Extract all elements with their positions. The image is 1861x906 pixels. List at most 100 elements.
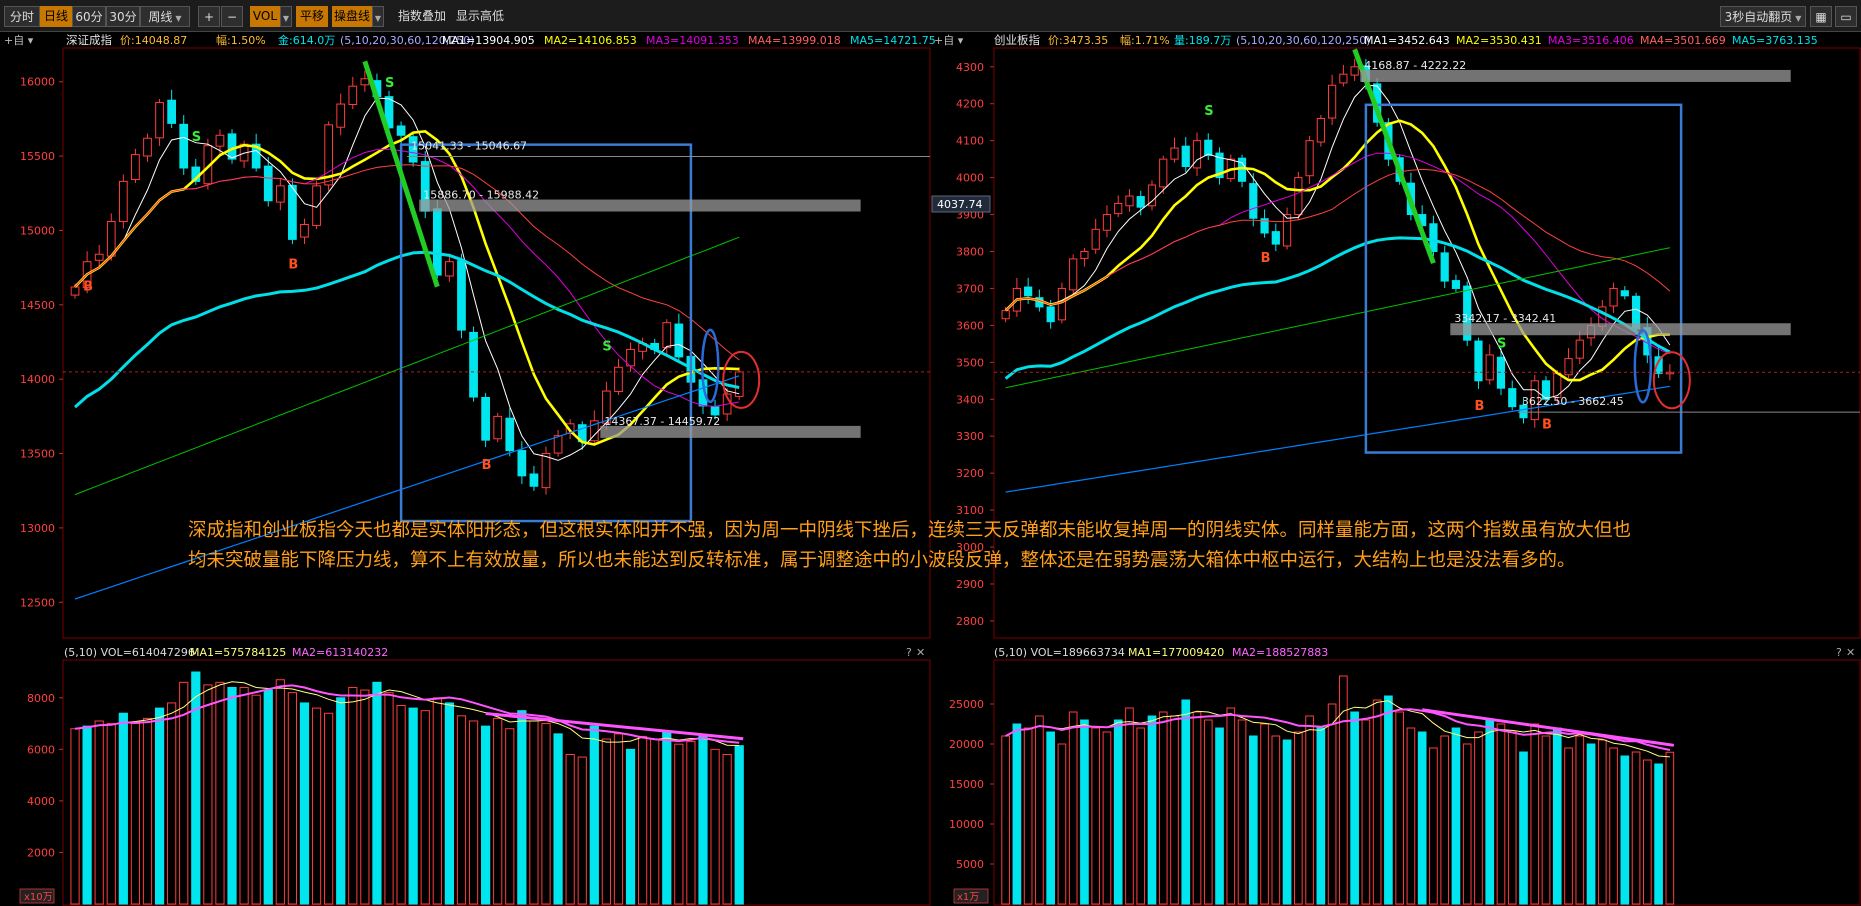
candle-down (1024, 286, 1033, 297)
minimize-icon[interactable]: ▭ (1835, 6, 1857, 27)
volume-bar-down (444, 702, 455, 905)
candle-up (70, 286, 80, 296)
price-level-label: 15886.70 - 15988.42 (423, 189, 539, 202)
volume-bar-up (456, 715, 467, 905)
period-tab-daily[interactable]: 日线 (40, 6, 72, 27)
volume-bar-up (384, 692, 394, 905)
volume-bar-down (336, 697, 346, 905)
y-tick-label: 4200 (956, 98, 984, 111)
chevron-down-icon: ▼ (282, 14, 290, 23)
left-header: +自 ▾ 深证成指 价:14048.87 幅:1.50% 金:614.0万 (5… (4, 33, 936, 47)
candle-down (457, 260, 466, 331)
volume-bar-up (686, 741, 696, 905)
volume-bar-up (287, 692, 298, 905)
flat-line-button[interactable]: 平移 (296, 6, 328, 27)
period-select-weekly[interactable]: 周线 ▼ (140, 6, 190, 27)
volume-unit: x1万 (957, 892, 979, 903)
volume-bar-down (1417, 731, 1427, 905)
vol-tick-label: 8000 (27, 692, 55, 705)
zoom-in-button[interactable]: + (198, 6, 220, 27)
period-tab-60min[interactable]: 60分 (72, 6, 106, 27)
price-level-label: 4168.87 - 4222.22 (1364, 59, 1466, 72)
candle-down (674, 323, 684, 358)
volume-bar-down (1316, 727, 1326, 905)
volume-bar-up (106, 723, 116, 905)
candle-down (1620, 290, 1629, 297)
ma5-value: MA5=14721.75 (850, 34, 936, 47)
volume-bar-up (1294, 731, 1303, 905)
volume-bar-up (1406, 727, 1416, 905)
help-icon[interactable]: ? (906, 646, 912, 659)
auto-page-select[interactable]: 3秒自动翻页 ▼ (1720, 6, 1806, 27)
volume-bar-up (251, 694, 261, 905)
vol-tick-label: 6000 (27, 743, 55, 756)
menu-button[interactable]: +自 ▾ (934, 34, 964, 47)
volume-bar-down (1519, 751, 1528, 905)
indicator-vol-button[interactable]: VOL (250, 6, 280, 27)
volume-bar-down (1012, 723, 1022, 905)
volume-bar-down (118, 712, 128, 905)
candle-down (505, 417, 515, 452)
index-overlay-button[interactable]: 指数叠加 (394, 6, 450, 27)
candle-up (143, 137, 152, 157)
commentary-line-1: 深成指和创业板指今天也都是实体阳形态，但这根实体阳并不强，因为周一中阴线下挫后，… (188, 520, 1632, 541)
volume-bar-up (1057, 743, 1067, 905)
close-icon[interactable]: ✕ (916, 646, 925, 659)
volume-bar-down (154, 707, 165, 905)
volume-bar-up (1597, 739, 1607, 905)
show-hilo-button[interactable]: 显示高低 (454, 6, 506, 27)
buy-signal: B (1261, 251, 1271, 266)
volume-bar-up (1192, 711, 1202, 905)
close-icon[interactable]: ✕ (1846, 646, 1855, 659)
indicator-dropdown[interactable]: ▼ (280, 6, 292, 27)
period-select-label: 周线 (148, 10, 173, 24)
volume-bar-up (1575, 735, 1585, 905)
volume-bar-down (1620, 755, 1630, 905)
candle-down (517, 450, 527, 477)
volume-bar-up (1136, 727, 1146, 905)
volume-bar-down (734, 745, 744, 905)
right-header: +自 ▾ 创业板指 价:3473.35 幅:1.71% 量:189.7万 (5,… (934, 33, 1818, 47)
candle-down (288, 184, 297, 240)
volume-bar-down (1451, 727, 1461, 905)
volume-ma1: MA1=177009420 (1128, 646, 1224, 659)
volume-bar-down (1654, 763, 1663, 905)
candle-up (1339, 73, 1348, 84)
volume-bar-up (541, 723, 551, 905)
y-tick-label: 14000 (20, 373, 55, 386)
volume-bar-down (1282, 739, 1292, 905)
candle-up (662, 322, 672, 349)
volume-bar-down (481, 725, 491, 905)
zoom-out-button[interactable]: − (221, 6, 243, 27)
volume-bar-up (650, 738, 660, 905)
volume-bar-down (698, 735, 708, 905)
vol-tick-label: 5000 (956, 858, 984, 871)
price-level-label: 3622.50 - 3662.45 (1522, 395, 1624, 408)
volume-bar-up (1226, 707, 1236, 905)
candle-down (1474, 340, 1483, 382)
volume-ma2: MA2=188527883 (1232, 646, 1328, 659)
volume-bar-down (1080, 719, 1089, 905)
y-tick-label: 4100 (956, 135, 984, 148)
volume-bar-up (1474, 731, 1483, 905)
volume-bar-down (662, 730, 672, 905)
period-tab-30min[interactable]: 30分 (106, 6, 140, 27)
volume-bar-up (505, 728, 515, 905)
curve-op-button[interactable]: 操盘线 (332, 6, 372, 27)
menu-button[interactable]: +自 ▾ (4, 34, 34, 47)
candle-down (1429, 223, 1438, 252)
commentary-line-2: 均未突破量能下降压力线，算不上有效放量，所以也未能达到反转标准，属于调整途中的小… (188, 550, 1576, 571)
volume-bar-up (1541, 735, 1551, 905)
candle-down (1271, 231, 1280, 245)
volume-bar-up (130, 723, 141, 905)
volume-bar-up (1507, 731, 1517, 905)
candle-up (541, 453, 551, 489)
volume-bar-down (1113, 719, 1123, 905)
grid-layout-icon[interactable]: ▦ (1810, 6, 1832, 27)
candle-up (493, 415, 503, 440)
volume-bar-down (1181, 699, 1191, 905)
help-icon[interactable]: ? (1836, 646, 1842, 659)
buy-signal: B (1474, 399, 1484, 414)
period-tab-intraday[interactable]: 分时 (4, 6, 40, 27)
curve-op-dropdown[interactable]: ▼ (372, 6, 384, 27)
